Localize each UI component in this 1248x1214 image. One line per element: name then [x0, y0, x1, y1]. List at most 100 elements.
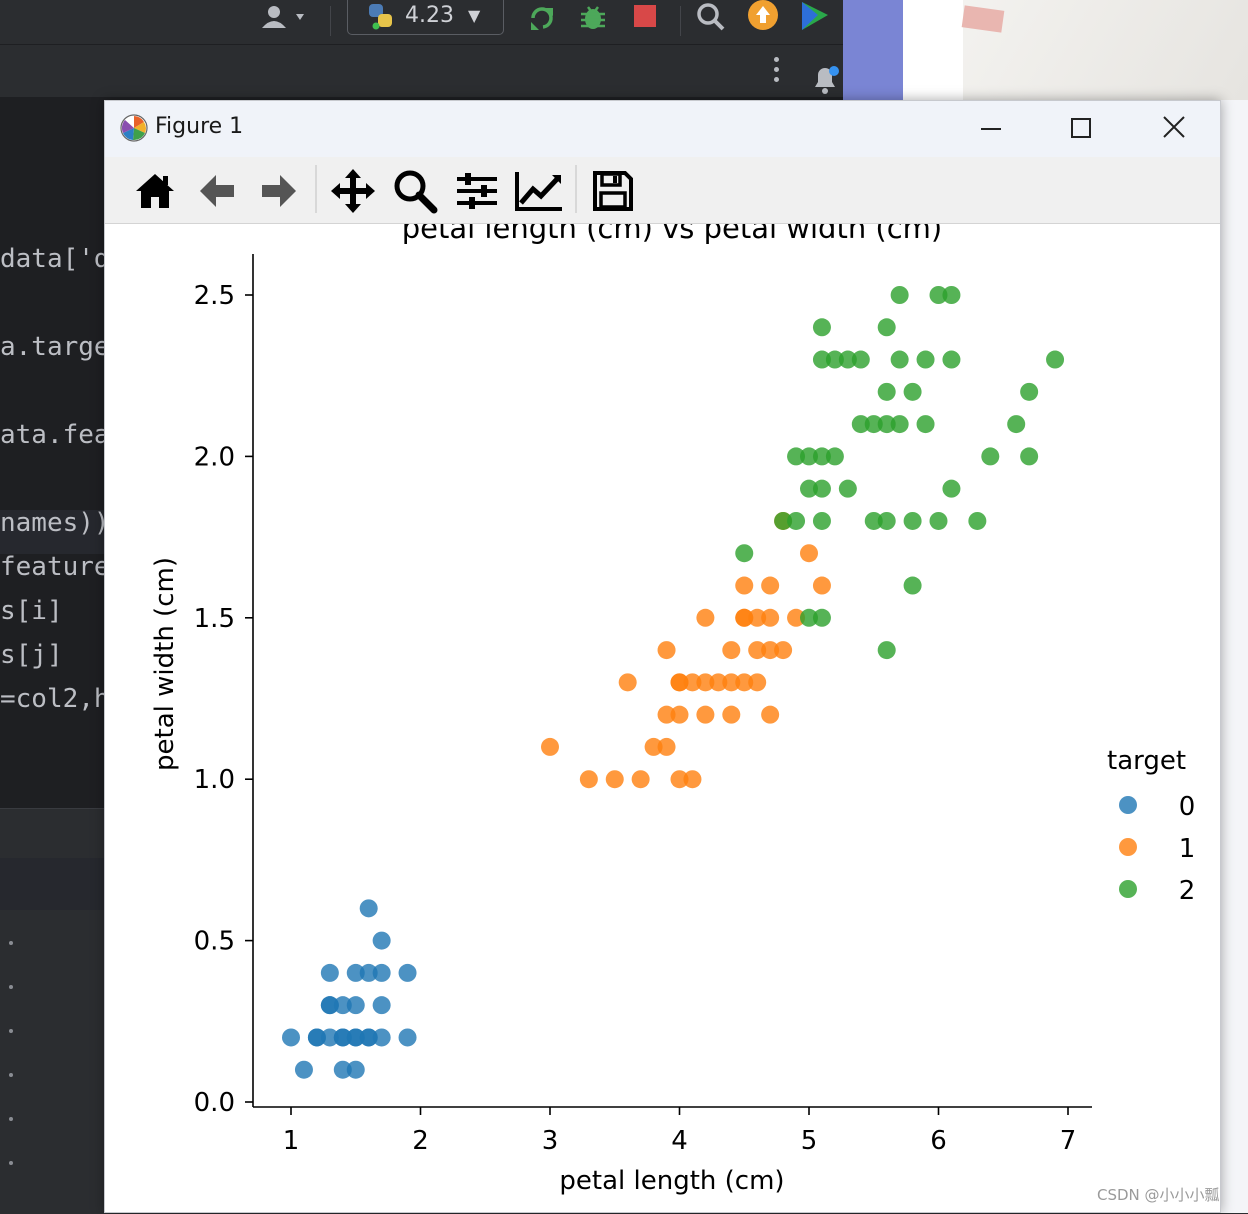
- x-tick-label: 2: [412, 1126, 429, 1156]
- data-point-class-2: [890, 415, 909, 434]
- data-point-class-2: [735, 544, 754, 563]
- data-point-class-2: [1046, 350, 1065, 369]
- data-point-class-1: [657, 641, 676, 660]
- search-icon[interactable]: [696, 2, 726, 32]
- window-titlebar[interactable]: Figure 1: [105, 101, 1220, 157]
- data-point-class-1: [657, 737, 676, 756]
- data-point-class-1: [761, 608, 780, 627]
- data-point-class-0: [346, 1060, 365, 1079]
- toolbar-separator: [575, 165, 577, 213]
- legend-marker: [1119, 880, 1137, 898]
- data-point-class-2: [942, 350, 961, 369]
- background-photo: [961, 0, 1248, 100]
- home-icon: [136, 174, 174, 208]
- edit-axes-button[interactable]: [513, 165, 565, 217]
- x-tick-label: 7: [1060, 1126, 1077, 1156]
- plugin-icon[interactable]: [798, 0, 832, 32]
- configure-subplots-button[interactable]: [451, 165, 503, 217]
- photo-stamp: [961, 5, 1005, 33]
- data-point-class-0: [372, 963, 391, 982]
- debug-icon[interactable]: [578, 4, 608, 32]
- data-point-class-1: [618, 673, 637, 692]
- background-window-strip: [903, 0, 963, 100]
- configure-subplots-icon: [457, 173, 497, 209]
- toolbar-separator: [315, 165, 317, 213]
- more-options-icon[interactable]: [774, 57, 779, 83]
- zoom-button[interactable]: [389, 165, 441, 217]
- data-point-class-2: [916, 350, 935, 369]
- code-line: =col2,h: [0, 684, 110, 714]
- zoom-icon: [394, 170, 438, 214]
- data-point-class-1: [800, 544, 818, 563]
- data-point-class-1: [761, 705, 780, 724]
- rerun-icon[interactable]: [527, 4, 559, 32]
- matplotlib-toolbar: [105, 157, 1220, 224]
- notification-bell-icon[interactable]: [808, 63, 842, 97]
- scatter-plot: 1 2 3 4 5 6 7 0.0 0.5 1.0 1.5 2.0 2.5 0 1 2 petal lengt…: [150, 224, 1195, 1196]
- legend-marker: [1119, 838, 1137, 856]
- data-point-class-1: [670, 705, 689, 724]
- back-button[interactable]: [191, 165, 243, 217]
- home-button[interactable]: [129, 165, 181, 217]
- pan-button[interactable]: [327, 165, 379, 217]
- data-point-class-2: [903, 511, 922, 530]
- python-interpreter-selector[interactable]: 4.23 ▼: [347, 0, 504, 35]
- watermark-text: CSDN @小小小瓢: [1097, 1186, 1220, 1204]
- data-point-class-1: [722, 705, 741, 724]
- update-icon[interactable]: [746, 0, 780, 32]
- data-point-class-1: [631, 770, 650, 789]
- code-line: a.targe: [0, 332, 110, 362]
- chevron-down-icon: ▼: [468, 6, 481, 25]
- y-axis-label: petal width (cm): [150, 557, 180, 771]
- data-point-class-2: [903, 382, 922, 401]
- ide-toolbar: 4.23 ▼: [0, 0, 843, 45]
- pan-icon: [331, 169, 375, 213]
- background-window-strip: [843, 0, 903, 100]
- data-point-class-2: [838, 479, 857, 498]
- data-point-class-1: [683, 770, 702, 789]
- data-point-class-2: [1020, 447, 1039, 466]
- forward-button[interactable]: [253, 165, 305, 217]
- background-code-window: [1221, 100, 1248, 1213]
- data-point-class-2: [812, 479, 831, 498]
- maximize-icon[interactable]: [1059, 109, 1103, 149]
- save-button[interactable]: [587, 165, 639, 217]
- data-point-class-1: [670, 673, 689, 692]
- console-dot: [9, 985, 13, 989]
- data-point-class-2: [890, 350, 909, 369]
- y-tick-label: 2.0: [194, 442, 235, 472]
- data-point-class-0: [282, 1028, 300, 1047]
- data-point-class-0: [372, 931, 391, 950]
- back-icon: [200, 175, 234, 207]
- minimize-icon[interactable]: [969, 109, 1013, 149]
- data-point-class-2: [812, 511, 831, 530]
- matplotlib-icon: [120, 114, 148, 142]
- data-point-class-1: [748, 673, 767, 692]
- data-point-class-0: [398, 963, 417, 982]
- window-title: Figure 1: [155, 114, 244, 139]
- data-point-class-1: [774, 641, 793, 660]
- data-point-class-2: [916, 415, 935, 434]
- code-line: names)): [0, 508, 110, 538]
- console-dot: [9, 1161, 13, 1165]
- data-point-class-1: [605, 770, 624, 789]
- data-point-class-2: [929, 511, 948, 530]
- plot-canvas[interactable]: 1 2 3 4 5 6 7 0.0 0.5 1.0 1.5 2.0 2.5 0 1 2 petal lengt…: [105, 224, 1220, 1212]
- console-dot: [9, 1073, 13, 1077]
- x-tick-label: 1: [283, 1126, 300, 1156]
- stop-icon[interactable]: [634, 5, 656, 27]
- close-icon[interactable]: [1152, 109, 1196, 149]
- data-point-class-0: [359, 899, 378, 918]
- data-point-class-0: [294, 1060, 313, 1079]
- code-line: ata.fea: [0, 420, 110, 450]
- edit-axes-icon: [515, 172, 562, 211]
- data-point-class-0: [320, 963, 339, 982]
- x-tick-label: 6: [930, 1126, 947, 1156]
- data-point-class-1: [735, 576, 754, 595]
- data-point-class-2: [981, 447, 1000, 466]
- data-point-class-1: [696, 705, 715, 724]
- data-point-class-2: [877, 318, 896, 337]
- user-icon[interactable]: [258, 4, 314, 30]
- figure-window: Figure 1 1 2 3 4 5 6 7 0.0 0.5 1.0 1.5 2…: [104, 100, 1221, 1213]
- data-point-class-2: [851, 350, 870, 369]
